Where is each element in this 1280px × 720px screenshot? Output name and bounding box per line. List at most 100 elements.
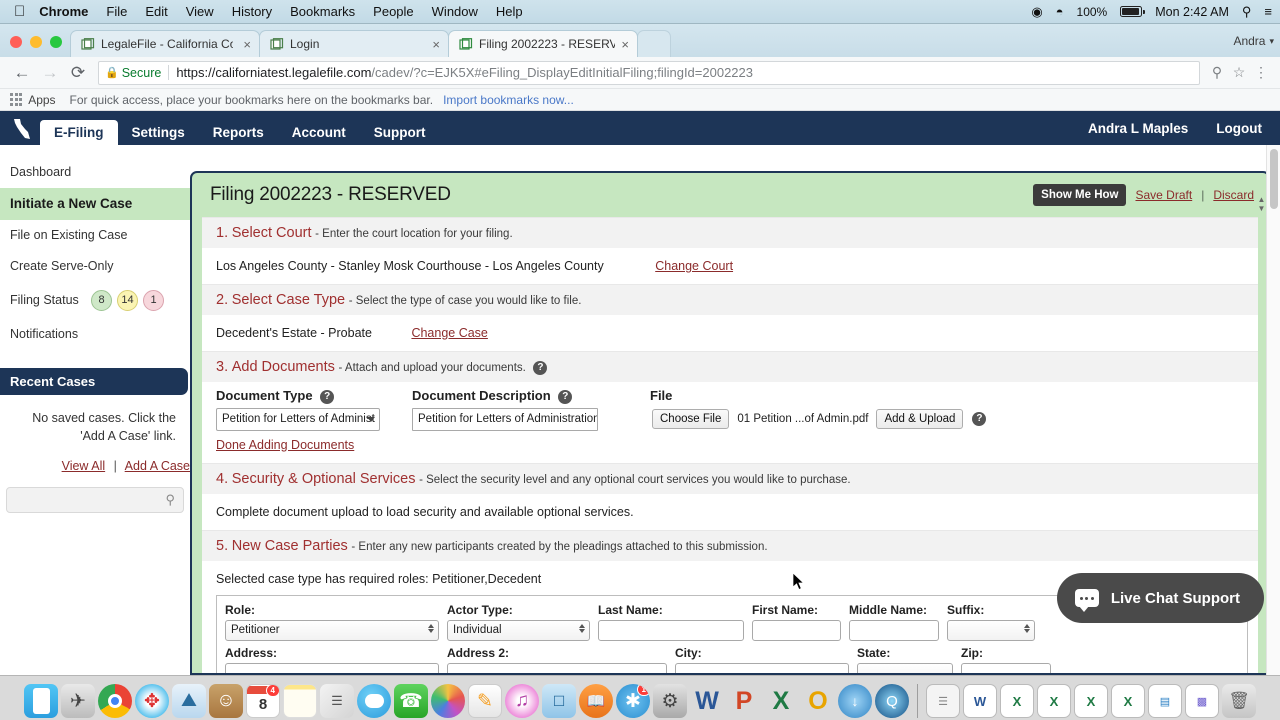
first-name-input[interactable] bbox=[752, 619, 841, 641]
dock-icon-powerpoint[interactable]: P bbox=[727, 684, 761, 718]
view-all-link[interactable]: View All bbox=[62, 459, 106, 473]
sidebar-item-create-serve-only[interactable]: Create Serve-Only bbox=[0, 251, 190, 282]
tab-close-icon[interactable]: × bbox=[432, 37, 440, 52]
sidebar-item-initiate-a-new-case[interactable]: Initiate a New Case bbox=[0, 188, 190, 221]
new-tab-button[interactable] bbox=[637, 30, 671, 57]
notification-center-icon[interactable]: ≡ bbox=[1264, 4, 1272, 19]
apple-logo-icon[interactable]:  bbox=[14, 4, 25, 19]
document-description-input[interactable]: Petition for Letters of Administration bbox=[412, 407, 598, 431]
dock-file-browser-document[interactable]: ▤ bbox=[1148, 684, 1182, 718]
dock-icon-messages[interactable] bbox=[357, 684, 391, 718]
wifi-icon[interactable]: ◓ bbox=[1056, 4, 1064, 19]
done-adding-documents-link[interactable]: Done Adding Documents bbox=[216, 438, 354, 452]
dock-icon-facetime[interactable]: ☎ bbox=[394, 684, 428, 718]
sidebar-item-file-on-existing-case[interactable]: File on Existing Case bbox=[0, 220, 190, 251]
page-scrollbar[interactable] bbox=[1266, 145, 1280, 675]
dock-icon-keynote[interactable]: ☐ bbox=[542, 684, 576, 718]
nav-tab-support[interactable]: Support bbox=[360, 120, 440, 145]
nav-tab-efiling[interactable]: E-Filing bbox=[40, 120, 118, 145]
menubar-clock[interactable]: Mon 2:42 AM bbox=[1155, 5, 1229, 19]
dock-icon-notes[interactable] bbox=[283, 684, 317, 718]
help-icon[interactable]: ? bbox=[558, 389, 573, 404]
add-a-case-link[interactable]: Add A Case bbox=[125, 459, 190, 473]
dock-icon-pages[interactable]: ✎ bbox=[468, 684, 502, 718]
dock-icon-safari[interactable]: ✥ bbox=[135, 684, 169, 718]
menu-bookmarks[interactable]: Bookmarks bbox=[290, 4, 355, 19]
dock-icon-news[interactable]: ☰ bbox=[320, 684, 354, 718]
sidebar-item-filing-status[interactable]: Filing Status 8 14 1 bbox=[0, 282, 190, 319]
help-icon[interactable]: ? bbox=[533, 360, 548, 375]
dock-icon-system-preferences[interactable]: ⚙ bbox=[653, 684, 687, 718]
dock-icon-itunes[interactable]: ♫ bbox=[505, 684, 539, 718]
password-key-icon[interactable]: ⚲ bbox=[1206, 64, 1228, 81]
menu-chrome[interactable]: Chrome bbox=[39, 4, 88, 19]
save-draft-link[interactable]: Save Draft bbox=[1135, 188, 1192, 202]
apps-grid-icon[interactable] bbox=[10, 93, 23, 106]
dock-icon-calendar[interactable]: 8 4 bbox=[246, 684, 280, 718]
import-bookmarks-link[interactable]: Import bookmarks now... bbox=[443, 93, 574, 107]
dock-file-word-document[interactable]: W bbox=[963, 684, 997, 718]
address-bar[interactable]: 🔒 Secure https://californiatest.legalefi… bbox=[98, 60, 1200, 85]
scroll-up-icon[interactable]: ▲ bbox=[1257, 195, 1266, 204]
nav-tab-reports[interactable]: Reports bbox=[199, 120, 278, 145]
browser-tab-2[interactable]: Login × bbox=[259, 30, 449, 57]
add-and-upload-button[interactable]: Add & Upload bbox=[876, 409, 964, 430]
logout-button[interactable]: Logout bbox=[1202, 121, 1276, 136]
city-input[interactable] bbox=[675, 662, 849, 673]
dock-icon-downloads[interactable]: ↓ bbox=[838, 684, 872, 718]
tab-close-icon[interactable]: × bbox=[243, 37, 251, 52]
maximize-window-button[interactable] bbox=[50, 36, 62, 48]
bookmark-star-icon[interactable]: ☆ bbox=[1228, 64, 1250, 81]
dock-file-excel-document-1[interactable]: X bbox=[1000, 684, 1034, 718]
dock-icon-outlook[interactable]: O bbox=[801, 684, 835, 718]
dock-file-excel-document-3[interactable]: X bbox=[1074, 684, 1108, 718]
dock-icon-contacts[interactable]: ☺ bbox=[209, 684, 243, 718]
menu-help[interactable]: Help bbox=[496, 4, 523, 19]
dock-icon-ibooks[interactable]: 📖 bbox=[579, 684, 613, 718]
dock-icon-chrome[interactable] bbox=[98, 684, 132, 718]
sidebar-item-notifications[interactable]: Notifications bbox=[0, 319, 190, 350]
menu-people[interactable]: People bbox=[373, 4, 413, 19]
dock-icon-finder[interactable] bbox=[24, 684, 58, 718]
zip-input[interactable] bbox=[961, 662, 1051, 673]
dock-icon-quicktime[interactable]: Q bbox=[875, 684, 909, 718]
browser-tab-1[interactable]: LegaleFile - California Court F × bbox=[70, 30, 260, 57]
choose-file-button[interactable]: Choose File bbox=[652, 409, 730, 430]
dock-file-chart-document[interactable]: ▩ bbox=[1185, 684, 1219, 718]
status-badge-pending[interactable]: 14 bbox=[117, 290, 138, 312]
screen-record-icon[interactable]: ◉ bbox=[1031, 4, 1042, 20]
show-me-how-button[interactable]: Show Me How bbox=[1033, 184, 1127, 206]
dock-file-document-stack[interactable]: ☰ bbox=[926, 684, 960, 718]
forward-arrow-icon[interactable]: → bbox=[36, 63, 64, 83]
reload-icon[interactable]: ⟳ bbox=[64, 63, 92, 83]
scroll-down-icon[interactable]: ▼ bbox=[1257, 204, 1266, 213]
menu-file[interactable]: File bbox=[106, 4, 127, 19]
dock-icon-photos[interactable] bbox=[431, 684, 465, 718]
back-arrow-icon[interactable]: ← bbox=[8, 63, 36, 83]
dock-icon-preview[interactable]: ⛰ bbox=[172, 684, 206, 718]
document-type-select[interactable]: Petition for Letters of Administ bbox=[216, 407, 380, 431]
address-input[interactable] bbox=[225, 662, 439, 673]
sidebar-item-dashboard[interactable]: Dashboard bbox=[0, 157, 190, 188]
discard-link[interactable]: Discard bbox=[1213, 188, 1254, 202]
menu-window[interactable]: Window bbox=[432, 4, 478, 19]
dock-icon-app-store[interactable]: ✱ 1 bbox=[616, 684, 650, 718]
nav-tab-account[interactable]: Account bbox=[278, 120, 360, 145]
menu-view[interactable]: View bbox=[186, 4, 214, 19]
dock-icon-excel[interactable]: X bbox=[764, 684, 798, 718]
middle-name-input[interactable] bbox=[849, 619, 939, 641]
last-name-input[interactable] bbox=[598, 619, 744, 641]
dock-icon-word[interactable]: W bbox=[690, 684, 724, 718]
actor-type-select[interactable]: Individual bbox=[447, 619, 590, 641]
state-select[interactable] bbox=[857, 662, 953, 673]
menu-edit[interactable]: Edit bbox=[145, 4, 167, 19]
browser-tab-3[interactable]: Filing 2002223 - RESERVED × bbox=[448, 30, 638, 57]
dock-file-excel-document-2[interactable]: X bbox=[1037, 684, 1071, 718]
suffix-select[interactable] bbox=[947, 619, 1035, 641]
minimize-window-button[interactable] bbox=[30, 36, 42, 48]
nav-tab-settings[interactable]: Settings bbox=[118, 120, 199, 145]
dock-icon-launchpad[interactable]: ✈ bbox=[61, 684, 95, 718]
spotlight-search-icon[interactable]: ⚲ bbox=[1242, 4, 1252, 20]
close-window-button[interactable] bbox=[10, 36, 22, 48]
status-badge-rejected[interactable]: 1 bbox=[143, 290, 164, 312]
